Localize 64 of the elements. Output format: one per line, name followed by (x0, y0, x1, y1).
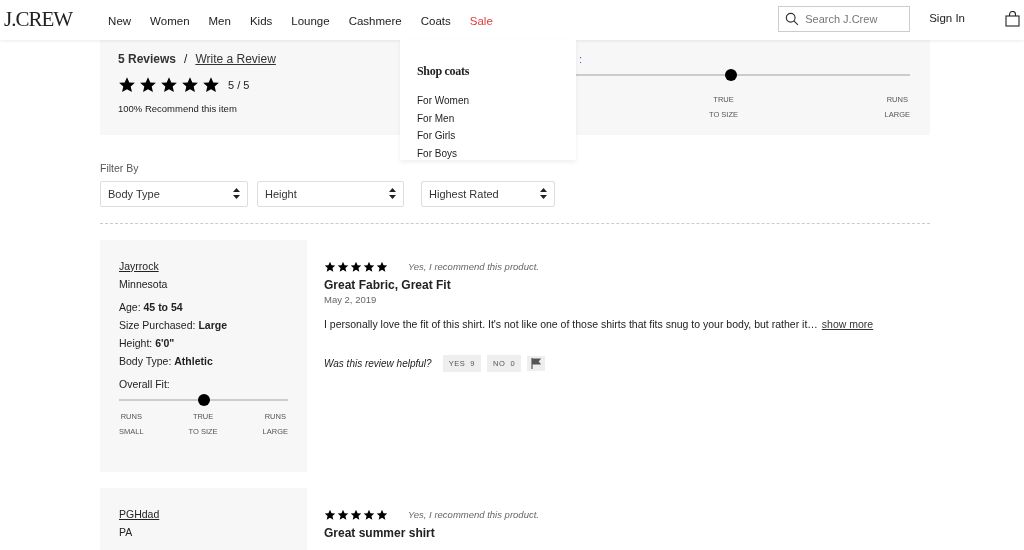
star-icon (337, 508, 349, 521)
review-date: May 2, 2019 (324, 293, 378, 307)
star-icon (324, 508, 336, 521)
star-icon (202, 76, 220, 94)
star-icon (376, 260, 388, 273)
nav-link[interactable]: Lounge (291, 13, 330, 44)
nav-link[interactable]: Kids (249, 13, 273, 44)
separator: / (184, 51, 188, 68)
select-dropdown[interactable]: Height (257, 180, 404, 207)
reviewer-detail: Age: 45 to 54 (119, 299, 184, 315)
fit-label: Overall Fit: (119, 376, 171, 392)
select-dropdown[interactable]: Highest Rated (421, 180, 555, 207)
write-review-link[interactable]: Write a Review (195, 50, 276, 68)
star-icon (376, 508, 388, 521)
search-icon (785, 12, 800, 26)
reviewer-name-link[interactable]: Jayrrock (119, 259, 159, 272)
sort-arrows-icon (233, 188, 240, 200)
rating-score: 5 / 5 (228, 77, 250, 93)
nav-link[interactable]: Men (208, 13, 231, 44)
sort-arrows-icon (540, 188, 547, 200)
menu-link[interactable]: For Women (417, 92, 559, 110)
star-icon (350, 260, 362, 273)
menu-link[interactable]: For Boys (417, 144, 559, 162)
review-title: Great Fabric, Great Fit (324, 278, 452, 293)
nav-link[interactable]: Women (150, 13, 190, 44)
recommend-text: Yes, I recommend this product. (408, 259, 539, 274)
show-more-link[interactable]: show more (821, 317, 874, 333)
nav-link[interactable]: Sale (469, 13, 493, 44)
nav-link[interactable]: Cashmere (348, 13, 402, 44)
reviewer-location: Minnesota (119, 276, 169, 292)
reviewer-detail: Body Type: Athletic (119, 353, 214, 369)
select-dropdown[interactable]: Body Type (100, 180, 248, 207)
fit-label: : (579, 53, 584, 65)
logo[interactable]: J.CREW (4, 4, 73, 36)
nav-link[interactable]: New (108, 13, 132, 44)
reviewer-detail: Size Purchased: Large (119, 317, 228, 333)
star-icon (160, 76, 178, 94)
filter-label: Filter By (100, 161, 140, 176)
star-icon (337, 260, 349, 273)
star-icon (363, 508, 375, 521)
flag-icon (531, 358, 542, 370)
star-icon (363, 260, 375, 273)
reviewer-detail: Height: 6'0" (119, 335, 176, 351)
review-count: 5 Reviews (118, 51, 177, 68)
recommend-percentage: 100% Recommend this item (118, 102, 238, 116)
search-field[interactable]: Search J.Crew (778, 6, 911, 32)
star-icon (139, 76, 157, 94)
menu-link[interactable]: For Girls (417, 127, 559, 145)
reviewer-name-link[interactable]: PGHdad (119, 507, 160, 520)
review-text: I personally love the fit of this shirt. It's not like one of those shirts that fits snug to your body, but rather it… (324, 317, 818, 333)
report-button[interactable] (527, 355, 546, 372)
star-icon (324, 260, 336, 273)
star-icon (118, 76, 136, 94)
review-title: Great summer shirt (324, 526, 436, 541)
helpful-question: Was this review helpful? (324, 357, 432, 372)
reviewer-location: PA (119, 524, 134, 540)
menu-link[interactable]: For Men (417, 109, 559, 127)
star-icon (350, 508, 362, 521)
recommend-text: Yes, I recommend this product. (408, 507, 539, 522)
shopping-bag-icon[interactable] (1005, 11, 1020, 27)
star-icon (181, 76, 199, 94)
sort-arrows-icon (389, 188, 396, 200)
sign-in-link[interactable]: Sign In (929, 10, 965, 28)
menu-heading: Shop coats (417, 63, 470, 80)
